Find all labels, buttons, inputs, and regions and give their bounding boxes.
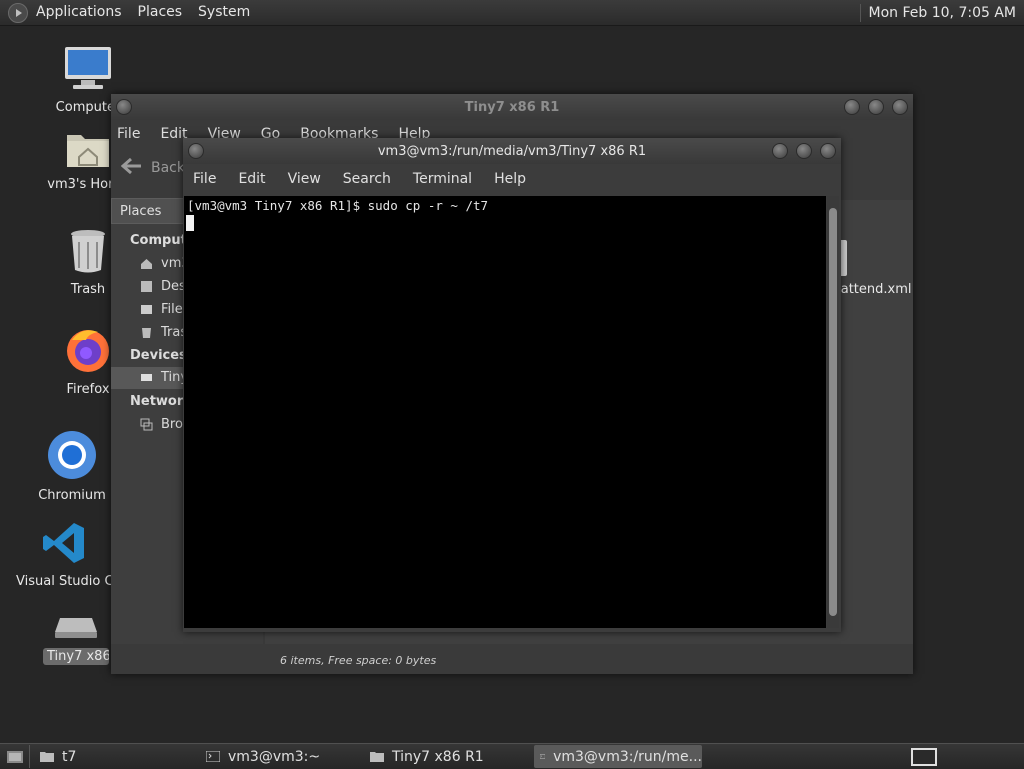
drive-icon — [43, 612, 109, 644]
show-desktop-button[interactable] — [0, 745, 30, 768]
taskbar-item-tiny7[interactable]: Tiny7 x86 R1 — [368, 745, 534, 768]
taskbar-item-t7[interactable]: t7 — [30, 745, 200, 768]
folder-icon — [40, 752, 54, 762]
desktop-icon — [141, 281, 152, 292]
desktop-icon-chromium[interactable]: Chromium — [27, 430, 117, 503]
clock[interactable]: Mon Feb 10, 7:05 AM — [869, 5, 1016, 21]
workspace-switcher[interactable] — [904, 745, 944, 768]
computer-icon — [43, 46, 133, 96]
terminal-title: vm3@vm3:/run/media/vm3/Tiny7 x86 R1 — [377, 143, 647, 159]
terminal-scrollbar[interactable] — [827, 196, 839, 628]
menu-places[interactable]: Places — [130, 0, 191, 25]
maximize-button[interactable] — [796, 143, 812, 159]
panel-separator — [859, 3, 861, 22]
taskbar-item-terminal-media[interactable]: vm3@vm3:/run/me... — [534, 745, 702, 768]
close-button[interactable] — [820, 143, 836, 159]
taskbar-item-terminal-home[interactable]: vm3@vm3:~ — [200, 745, 368, 768]
taskbar-item-label: Tiny7 x86 R1 — [392, 748, 484, 765]
menu-view[interactable]: View — [288, 171, 321, 187]
applications-logo-icon[interactable] — [8, 2, 28, 23]
file-manager-title: Tiny7 x86 R1 — [464, 99, 560, 115]
terminal-window: vm3@vm3:/run/media/vm3/Tiny7 x86 R1 File… — [183, 138, 841, 632]
home-icon — [141, 259, 152, 269]
terminal-icon — [206, 751, 220, 762]
status-bar: 6 items, Free space: 0 bytes — [280, 654, 437, 667]
menu-edit[interactable]: Edit — [238, 171, 265, 187]
scrollbar-thumb[interactable] — [829, 208, 837, 616]
terminal-icon — [540, 754, 546, 759]
vscode-icon — [16, 520, 112, 570]
desktop-icon-vscode[interactable]: Visual Studio Code — [16, 520, 112, 589]
menu-file[interactable]: File — [193, 171, 216, 187]
minimize-button[interactable] — [772, 143, 788, 159]
close-button[interactable] — [892, 99, 908, 115]
taskbar-item-label: vm3@vm3:/run/me... — [553, 748, 702, 765]
menu-file[interactable]: File — [117, 126, 140, 142]
workspace-icon — [911, 747, 937, 766]
show-desktop-icon — [6, 750, 23, 763]
terminal-screen[interactable]: [vm3@vm3 Tiny7 x86 R1]$ sudo cp -r ~ /t7 — [184, 196, 826, 628]
terminal-cursor — [186, 215, 194, 231]
folder-icon — [370, 752, 384, 762]
menu-applications[interactable]: Applications — [28, 0, 130, 25]
back-button[interactable]: Back — [151, 160, 185, 176]
menu-search[interactable]: Search — [343, 171, 391, 187]
file-manager-titlebar[interactable]: Tiny7 x86 R1 — [111, 94, 913, 120]
drive-icon — [141, 374, 152, 381]
desktop-icon-label: Chromium — [38, 488, 106, 503]
desktop-icon-tiny7-drive[interactable]: Tiny7 x86 R1 — [43, 612, 109, 665]
menu-system[interactable]: System — [190, 0, 258, 25]
minimize-button[interactable] — [844, 99, 860, 115]
trash-icon — [142, 328, 151, 338]
terminal-titlebar[interactable]: vm3@vm3:/run/media/vm3/Tiny7 x86 R1 — [183, 138, 841, 164]
back-arrow-icon[interactable] — [120, 157, 143, 179]
taskbar-item-label: t7 — [62, 748, 77, 765]
drive-icon — [141, 305, 152, 314]
desktop-icon-label: Visual Studio Code — [16, 574, 112, 589]
bottom-taskbar: t7 vm3@vm3:~ Tiny7 x86 R1 vm3@vm3:/run/m… — [0, 743, 1024, 769]
taskbar-item-label: vm3@vm3:~ — [228, 748, 321, 765]
top-panel: Applications Places System Mon Feb 10, 7… — [0, 0, 1024, 26]
menu-help[interactable]: Help — [494, 171, 526, 187]
menu-terminal[interactable]: Terminal — [413, 171, 472, 187]
desktop-icon-label: Tiny7 x86 R1 — [43, 648, 109, 665]
terminal-menubar: File Edit View Search Terminal Help — [183, 164, 841, 194]
network-icon — [140, 418, 153, 431]
chromium-icon — [27, 430, 117, 484]
maximize-button[interactable] — [868, 99, 884, 115]
terminal-prompt-line: [vm3@vm3 Tiny7 x86 R1]$ sudo cp -r ~ /t7 — [187, 198, 489, 213]
